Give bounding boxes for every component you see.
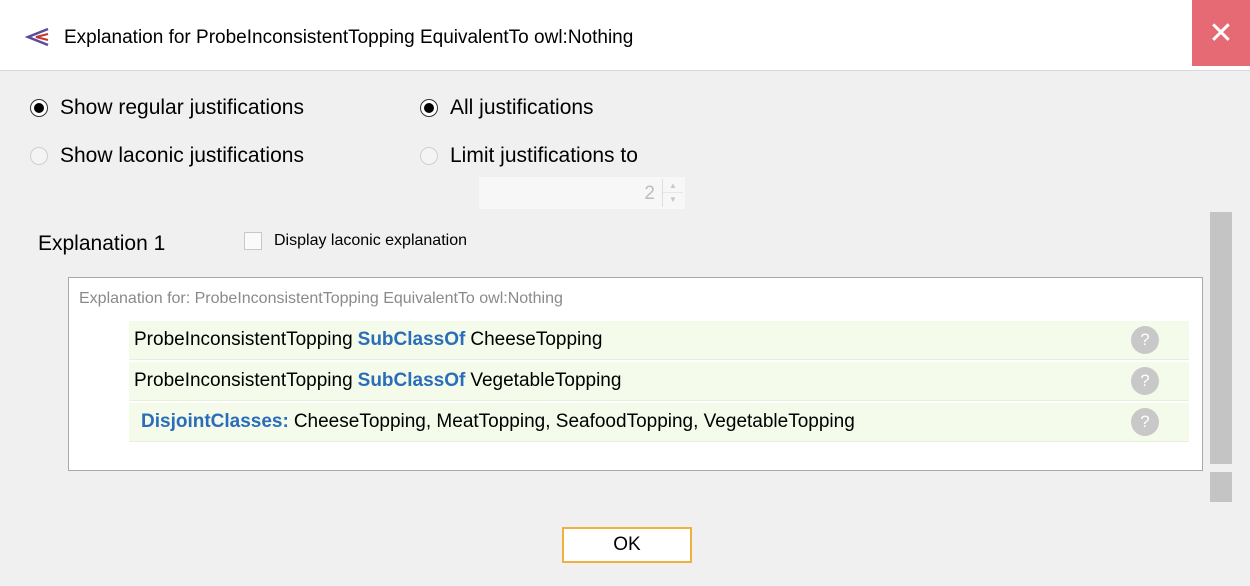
limit-justifications-label: Limit justifications to bbox=[450, 144, 638, 167]
axiom-subject: ProbeInconsistentTopping bbox=[134, 329, 353, 350]
help-icon[interactable]: ? bbox=[1131, 367, 1159, 395]
protege-app-icon bbox=[24, 27, 49, 47]
show-laconic-radio[interactable]: Show laconic justifications bbox=[30, 144, 304, 168]
axiom-object: VegetableTopping bbox=[470, 370, 622, 391]
laconic-checkbox-row[interactable]: Display laconic explanation bbox=[244, 232, 467, 250]
radio-unselected-icon bbox=[420, 147, 438, 165]
radio-selected-icon bbox=[420, 99, 438, 117]
window-title: Explanation for ProbeInconsistentTopping… bbox=[64, 27, 634, 48]
limit-spinner[interactable]: 2 ▲ ▼ bbox=[478, 176, 686, 210]
vertical-scrollbar[interactable] bbox=[1210, 212, 1232, 502]
show-laconic-label: Show laconic justifications bbox=[60, 144, 304, 167]
explanation-header: Explanation for: ProbeInconsistentToppin… bbox=[79, 290, 563, 307]
radio-selected-icon bbox=[30, 99, 48, 117]
explanation-heading: Explanation 1 bbox=[38, 232, 166, 255]
scrollbar-thumb[interactable] bbox=[1210, 212, 1232, 464]
axiom-subject: ProbeInconsistentTopping bbox=[134, 370, 353, 391]
close-icon: ✕ bbox=[1208, 16, 1234, 50]
axiom-object: CheeseTopping, MeatTopping, SeafoodToppi… bbox=[293, 411, 855, 432]
limit-justifications-radio[interactable]: Limit justifications to bbox=[420, 144, 638, 168]
ok-button[interactable]: OK bbox=[562, 527, 692, 563]
axiom-keyword: SubClassOf bbox=[357, 370, 466, 391]
close-button[interactable]: ✕ bbox=[1192, 0, 1250, 66]
show-regular-label: Show regular justifications bbox=[60, 96, 304, 119]
axiom-keyword: SubClassOf bbox=[357, 329, 466, 350]
axiom-row[interactable]: DisjointClasses: CheeseTopping, MeatTopp… bbox=[129, 403, 1189, 442]
spinner-arrows[interactable]: ▲ ▼ bbox=[662, 179, 683, 207]
spinner-up-icon[interactable]: ▲ bbox=[663, 179, 683, 193]
axiom-row[interactable]: ProbeInconsistentTopping SubClassOf Vege… bbox=[129, 362, 1189, 401]
axiom-row[interactable]: ProbeInconsistentTopping SubClassOf Chee… bbox=[129, 321, 1189, 360]
scrollbar-lower-track[interactable] bbox=[1210, 472, 1232, 502]
help-icon[interactable]: ? bbox=[1131, 326, 1159, 354]
show-regular-radio[interactable]: Show regular justifications bbox=[30, 96, 304, 120]
all-justifications-label: All justifications bbox=[450, 96, 594, 119]
laconic-checkbox-label: Display laconic explanation bbox=[274, 232, 467, 249]
laconic-checkbox[interactable] bbox=[244, 232, 262, 250]
title-bar: Explanation for ProbeInconsistentTopping… bbox=[0, 0, 1250, 71]
spinner-down-icon[interactable]: ▼ bbox=[663, 193, 683, 206]
explanation-panel: Explanation for: ProbeInconsistentToppin… bbox=[68, 277, 1203, 471]
help-icon[interactable]: ? bbox=[1131, 408, 1159, 436]
limit-spinner-value: 2 bbox=[644, 183, 655, 204]
axiom-keyword: DisjointClasses: bbox=[141, 411, 289, 432]
all-justifications-radio[interactable]: All justifications bbox=[420, 96, 594, 120]
radio-unselected-icon bbox=[30, 147, 48, 165]
axiom-object: CheeseTopping bbox=[470, 329, 603, 350]
